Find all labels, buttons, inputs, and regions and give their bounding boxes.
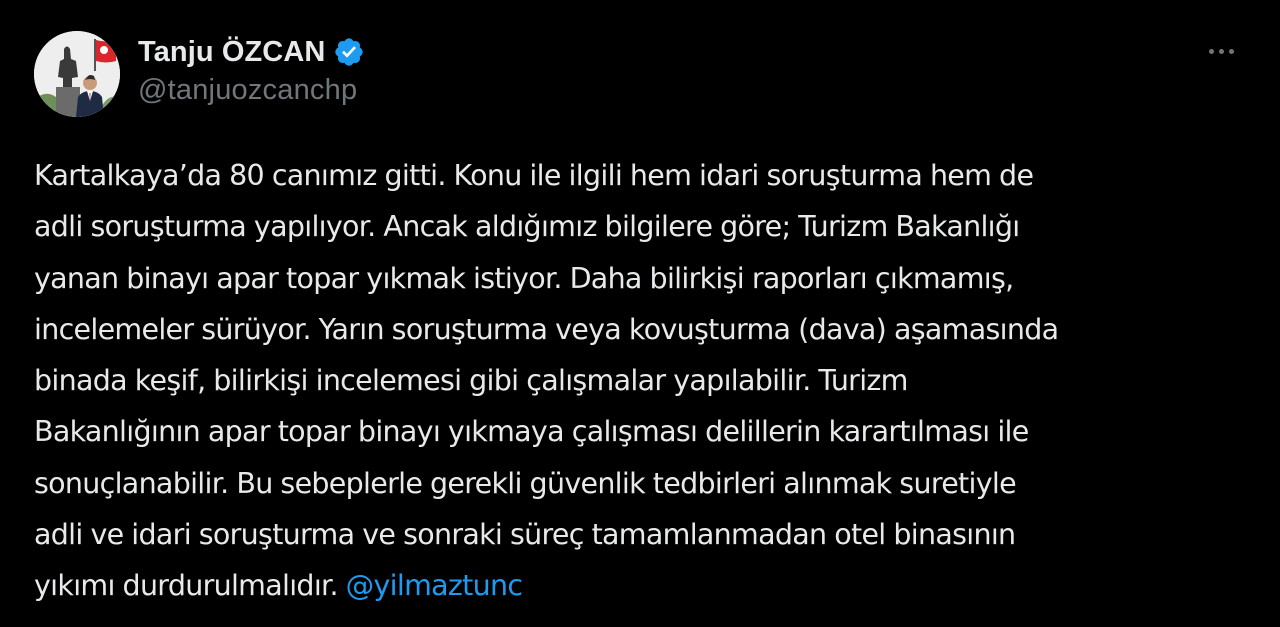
tweet-line: adli ve idari soruşturma ve sonraki süre… <box>34 518 1016 552</box>
tweet-line: Kartalkaya’da 80 canımız gitti. Konu ile… <box>34 159 1034 192</box>
avatar-photo <box>34 31 120 117</box>
tweet-last-text: yıkımı durdurulmalıdır. <box>34 569 346 603</box>
tweet-line: yanan binayı apar topar yıkmak istiyor. … <box>34 261 1014 295</box>
verified-badge-icon <box>333 36 365 68</box>
tweet-line: adli soruşturma yapılıyor. Ancak aldığım… <box>34 210 1020 244</box>
display-name[interactable]: Tanju ÖZCAN <box>138 36 325 69</box>
tweet-text: Kartalkaya’da 80 canımız gitti. Konu ile… <box>34 150 1254 612</box>
tweet-line: Bakanlığının apar topar binayı yıkmaya ç… <box>34 415 1029 449</box>
name-row: Tanju ÖZCAN <box>138 32 365 72</box>
dot <box>1228 48 1234 54</box>
tweet-line: binada keşif, bilirkişi incelemesi gibi … <box>34 364 908 398</box>
tweet-line-last: yıkımı durdurulmalıdır. @yilmaztunc <box>34 560 1254 611</box>
author-handle[interactable]: @tanjuozcanchp <box>138 74 365 107</box>
tweet-line: incelemeler sürüyor. Yarın soruşturma ve… <box>34 312 1059 346</box>
dot <box>1218 48 1224 54</box>
mention-link[interactable]: @yilmaztunc <box>346 569 523 602</box>
author-block: Tanju ÖZCAN @tanjuozcanchp <box>138 32 365 107</box>
more-horizontal-icon[interactable] <box>1201 36 1241 66</box>
tweet-card: Tanju ÖZCAN @tanjuozcanchp Kartalkaya’da… <box>0 0 1280 627</box>
dot <box>1208 48 1214 54</box>
tweet-line: sonuçlanabilir. Bu sebeplerle gerekli gü… <box>34 466 1017 500</box>
avatar[interactable] <box>34 31 120 117</box>
